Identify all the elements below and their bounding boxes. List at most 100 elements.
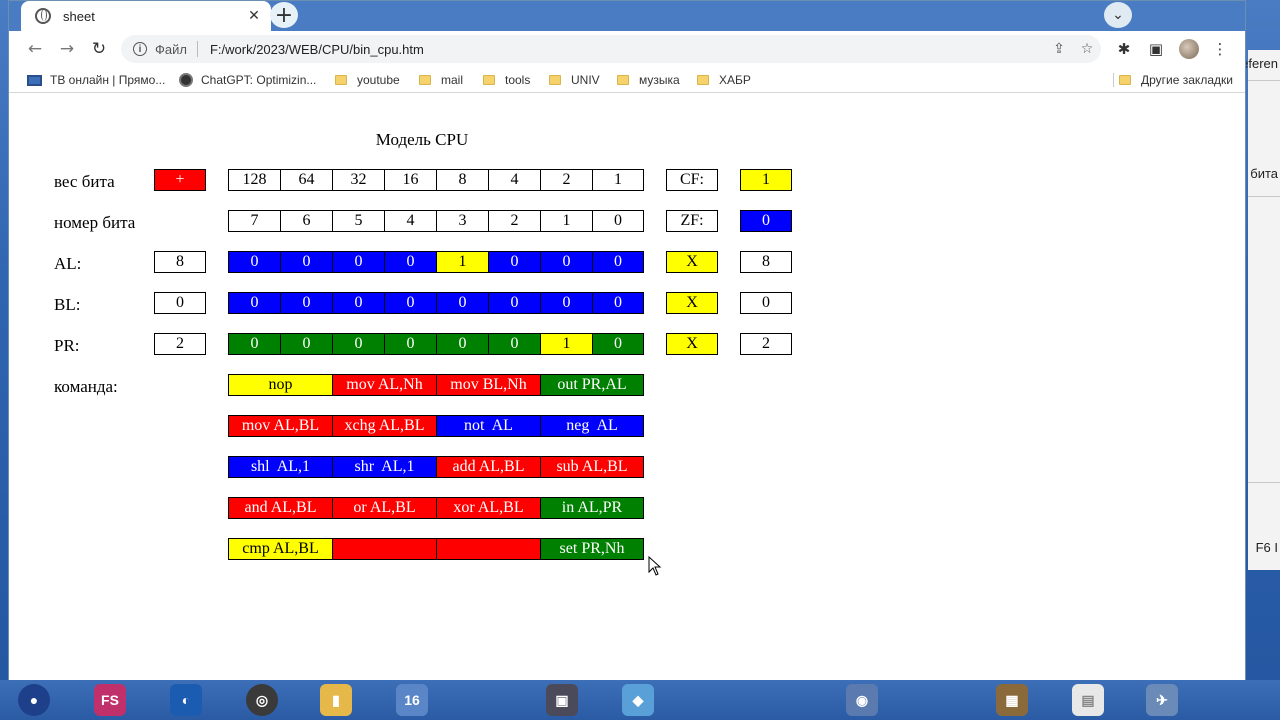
bookmark-item[interactable]: tools [483, 72, 530, 88]
pr-bit[interactable]: 0 [384, 333, 437, 355]
cmd-button-xchg-al-bl[interactable]: xchg AL,BL [332, 415, 437, 437]
bl-bit[interactable]: 0 [592, 292, 644, 314]
pr-bit[interactable]: 0 [332, 333, 385, 355]
cmd-button-neg-al[interactable]: neg AL [540, 415, 644, 437]
weight-cell: 16 [384, 169, 437, 191]
share-icon[interactable]: ⇪ [1045, 41, 1073, 57]
bookmark-item[interactable]: ХАБР [697, 72, 751, 88]
cmd-button-and-al-bl[interactable]: and AL,BL [228, 497, 333, 519]
tab-search-chevron-icon[interactable]: ⌄ [1104, 2, 1132, 28]
background-text: F6 I [1255, 540, 1278, 555]
url-scheme-label: Файл [155, 41, 187, 57]
cmd-button-sub-al-bl[interactable]: sub AL,BL [540, 456, 644, 478]
taskbar-app-icon[interactable]: 16 [396, 684, 428, 716]
al-bit[interactable]: 0 [280, 251, 333, 273]
pr-bit[interactable]: 0 [436, 333, 489, 355]
extensions-icon[interactable]: ✱ [1113, 38, 1135, 60]
cmd-button-set-pr-nh[interactable]: set PR,Nh [540, 538, 644, 560]
bookmark-item[interactable]: ТВ онлайн | Прямо... [27, 72, 165, 88]
sign-toggle-button[interactable]: + [154, 169, 206, 191]
taskbar-app-icon[interactable]: ◆ [622, 684, 654, 716]
cmd-button-cmp-al-bl[interactable]: cmp AL,BL [228, 538, 333, 560]
cmd-button-nop[interactable]: nop [228, 374, 333, 396]
folder-icon [697, 75, 709, 85]
page-content: Модель CPU вес бита номер бита AL: BL: P… [9, 94, 1245, 680]
bl-decimal-input[interactable]: 0 [154, 292, 206, 314]
back-icon[interactable]: ← [23, 37, 47, 61]
pr-bit[interactable]: 0 [228, 333, 281, 355]
al-bit[interactable]: 0 [540, 251, 593, 273]
al-bit[interactable]: 1 [436, 251, 489, 273]
al-bit[interactable]: 0 [384, 251, 437, 273]
url-text[interactable]: F:/work/2023/WEB/CPU/bin_cpu.htm [210, 42, 1045, 57]
bl-bit[interactable]: 0 [332, 292, 385, 314]
cmd-button-mov-al-bl[interactable]: mov AL,BL [228, 415, 333, 437]
bl-bit[interactable]: 0 [384, 292, 437, 314]
bl-bit[interactable]: 0 [540, 292, 593, 314]
side-panel-icon[interactable]: ▣ [1145, 38, 1167, 60]
cmd-button-xor-al-bl[interactable]: xor AL,BL [436, 497, 541, 519]
taskbar-app-icon[interactable]: ◉ [846, 684, 878, 716]
forward-icon[interactable]: → [55, 37, 79, 61]
bl-x-button[interactable]: X [666, 292, 718, 314]
cmd-button-empty[interactable] [332, 538, 437, 560]
zf-value: 0 [740, 210, 792, 232]
al-bit[interactable]: 0 [332, 251, 385, 273]
new-tab-button[interactable]: + [270, 2, 298, 28]
taskbar-app-icon[interactable]: ✈ [1146, 684, 1178, 716]
taskbar-app-icon[interactable]: ◐ [170, 684, 202, 716]
al-bit[interactable]: 0 [592, 251, 644, 273]
cmd-button-in-al-pr[interactable]: in AL,PR [540, 497, 644, 519]
al-x-button[interactable]: X [666, 251, 718, 273]
info-icon[interactable]: i [133, 42, 147, 56]
cmd-button-add-al-bl[interactable]: add AL,BL [436, 456, 541, 478]
cmd-button-mov-bl-nh[interactable]: mov BL,Nh [436, 374, 541, 396]
reload-icon[interactable]: ↻ [87, 37, 111, 61]
weight-cell: 2 [540, 169, 593, 191]
taskbar-app-icon[interactable]: FS [94, 684, 126, 716]
cmd-button-out-pr-al[interactable]: out PR,AL [540, 374, 644, 396]
folder-icon [617, 75, 629, 85]
row-label-bl: BL: [54, 295, 81, 314]
taskbar-app-icon[interactable]: ▣ [546, 684, 578, 716]
address-bar[interactable]: i Файл F:/work/2023/WEB/CPU/bin_cpu.htm … [121, 35, 1101, 63]
bookmark-item[interactable]: ChatGPT: Optimizin... [179, 72, 316, 88]
al-bit[interactable]: 0 [228, 251, 281, 273]
cmd-button-shr-al[interactable]: shr AL,1 [332, 456, 437, 478]
pr-x-button[interactable]: X [666, 333, 718, 355]
other-bookmarks[interactable]: Другие закладки [1119, 72, 1233, 88]
cmd-button-empty[interactable] [436, 538, 541, 560]
pr-decimal-input[interactable]: 2 [154, 333, 206, 355]
close-icon[interactable]: ✕ [245, 8, 263, 24]
taskbar-app-icon[interactable]: ◎ [246, 684, 278, 716]
bookmark-item[interactable]: youtube [335, 72, 400, 88]
bl-bit[interactable]: 0 [228, 292, 281, 314]
bl-bit[interactable]: 0 [436, 292, 489, 314]
bookmark-item[interactable]: UNIV [549, 72, 600, 88]
taskbar-app-icon[interactable]: ▤ [1072, 684, 1104, 716]
pr-bit[interactable]: 0 [280, 333, 333, 355]
taskbar-app-icon[interactable]: ▦ [996, 684, 1028, 716]
tab-sheet[interactable]: sheet ✕ [21, 1, 271, 31]
tab-strip: sheet ✕ + ⌄ [9, 1, 1245, 31]
bookmark-item[interactable]: музыка [617, 72, 680, 88]
bookmark-item[interactable]: mail [419, 72, 463, 88]
profile-avatar[interactable] [1179, 39, 1199, 59]
pr-bit[interactable]: 1 [540, 333, 593, 355]
bitnum-cell: 1 [540, 210, 593, 232]
bookmark-star-icon[interactable]: ☆ [1073, 41, 1101, 57]
bl-bit[interactable]: 0 [488, 292, 541, 314]
taskbar-app-icon[interactable]: ● [18, 684, 50, 716]
al-bit[interactable]: 0 [488, 251, 541, 273]
al-decimal-input[interactable]: 8 [154, 251, 206, 273]
cmd-button-shl-al[interactable]: shl AL,1 [228, 456, 333, 478]
cmd-button-mov-al-nh[interactable]: mov AL,Nh [332, 374, 437, 396]
bl-bit[interactable]: 0 [280, 292, 333, 314]
cmd-button-or-al-bl[interactable]: or AL,BL [332, 497, 437, 519]
background-window-edge: eferen бита F6 I [1241, 50, 1280, 570]
menu-icon[interactable]: ⋮ [1209, 38, 1231, 60]
pr-bit[interactable]: 0 [488, 333, 541, 355]
pr-bit[interactable]: 0 [592, 333, 644, 355]
taskbar-app-icon[interactable]: ▮ [320, 684, 352, 716]
cmd-button-not-al[interactable]: not AL [436, 415, 541, 437]
